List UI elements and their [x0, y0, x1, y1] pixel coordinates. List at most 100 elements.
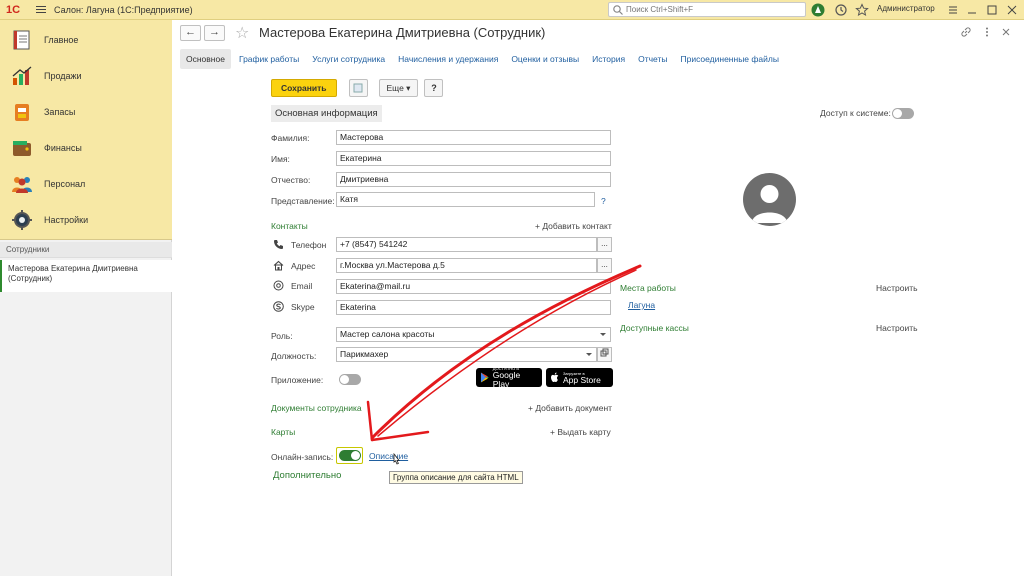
- tab-reviews[interactable]: Оценки и отзывы: [511, 54, 579, 64]
- issue-card-link[interactable]: + Выдать карту: [550, 427, 611, 437]
- access-toggle[interactable]: [892, 108, 914, 119]
- search-input[interactable]: [626, 5, 796, 14]
- back-button[interactable]: ←: [180, 25, 201, 41]
- tab-history[interactable]: История: [592, 54, 625, 64]
- workplaces-configure-link[interactable]: Настроить: [876, 283, 918, 293]
- section-stock[interactable]: Запасы: [0, 94, 172, 130]
- user-silhouette-icon: [752, 185, 787, 223]
- role-select[interactable]: Мастер салона красоты: [336, 327, 611, 342]
- history-icon[interactable]: [834, 3, 848, 17]
- maximize-icon[interactable]: [985, 3, 999, 17]
- add-document-link[interactable]: + Добавить документ: [528, 403, 612, 413]
- documents-group-label[interactable]: Документы сотрудника: [271, 403, 362, 413]
- name-label: Имя:: [271, 154, 290, 164]
- app-store-badge[interactable]: Загрузите в App Store: [546, 368, 613, 387]
- google-play-badge[interactable]: ДОСТУПНО В Google Play: [476, 366, 542, 389]
- wallet-icon: [13, 141, 31, 156]
- section-finance[interactable]: Финансы: [0, 130, 172, 166]
- chevron-down-icon: [600, 333, 606, 336]
- workplaces-label[interactable]: Места работы: [620, 283, 676, 293]
- tab-files[interactable]: Присоединенные файлы: [680, 54, 778, 64]
- access-label: Доступ к системе:: [820, 108, 891, 118]
- apple-icon: [551, 372, 559, 382]
- group-header-main-info[interactable]: Основная информация: [271, 105, 382, 122]
- open-window-item[interactable]: Мастерова Екатерина Дмитриевна (Сотрудни…: [0, 260, 172, 292]
- stock-icon: [15, 104, 29, 121]
- help-tooltip-icon[interactable]: ?: [601, 196, 606, 206]
- more-actions-icon[interactable]: [981, 26, 993, 38]
- tab-schedule[interactable]: График работы: [239, 54, 299, 64]
- mouse-pointer-icon: [393, 453, 400, 465]
- help-button[interactable]: ?: [424, 79, 444, 97]
- online-booking-toggle[interactable]: [339, 450, 361, 461]
- form-area: ← → ☆ Мастерова Екатерина Дмитриевна (Со…: [173, 20, 1024, 576]
- address-field[interactable]: г.Москва ул.Мастерова д.5: [336, 258, 597, 273]
- section-label: Главное: [44, 35, 79, 45]
- role-label: Роль:: [271, 331, 293, 341]
- close-icon[interactable]: [1005, 3, 1019, 17]
- favorites-icon[interactable]: [855, 3, 869, 17]
- description-tooltip: Группа описание для сайта HTML: [389, 471, 523, 484]
- open-windows-header[interactable]: Сотрудники: [0, 242, 172, 258]
- favorite-star-icon[interactable]: ☆: [235, 23, 249, 43]
- skype-field[interactable]: Ekaterina: [336, 300, 611, 315]
- cashboxes-label[interactable]: Доступные кассы: [620, 323, 689, 333]
- more-label: Еще: [386, 83, 404, 93]
- cards-group-label[interactable]: Карты: [271, 427, 295, 437]
- address-label: Адрес: [291, 261, 316, 271]
- forward-button[interactable]: →: [204, 25, 225, 41]
- global-search[interactable]: [608, 2, 806, 17]
- section-sales[interactable]: Продажи: [0, 58, 172, 94]
- phone-icon: [274, 240, 283, 249]
- tab-reports[interactable]: Отчеты: [638, 54, 667, 64]
- name-field[interactable]: Екатерина: [336, 151, 611, 166]
- email-at-icon: [273, 280, 284, 291]
- employee-photo[interactable]: [743, 173, 796, 226]
- section-settings[interactable]: Настройки: [0, 202, 172, 238]
- contacts-group-label[interactable]: Контакты: [271, 221, 308, 231]
- workplace-item[interactable]: Лагуна: [628, 300, 655, 310]
- surname-field[interactable]: Мастерова: [336, 130, 611, 145]
- link-icon[interactable]: [960, 26, 972, 38]
- patronymic-field[interactable]: Дмитриевна: [336, 172, 611, 187]
- save-button[interactable]: Сохранить: [271, 79, 337, 97]
- app-toggle[interactable]: [339, 374, 361, 385]
- email-field[interactable]: Ekaterina@mail.ru: [336, 279, 611, 294]
- cashboxes-configure-link[interactable]: Настроить: [876, 323, 918, 333]
- menu-icon[interactable]: [36, 6, 46, 13]
- menu-icon[interactable]: [946, 3, 960, 17]
- tab-accruals[interactable]: Начисления и удержания: [398, 54, 498, 64]
- user-name[interactable]: Администратор: [877, 4, 935, 13]
- form-toolbar: Сохранить Еще ▾ ?: [271, 79, 444, 97]
- surname-label: Фамилия:: [271, 133, 310, 143]
- minimize-icon[interactable]: [965, 3, 979, 17]
- post-button[interactable]: [348, 79, 368, 97]
- phone-select-button[interactable]: ...: [597, 237, 612, 252]
- app-title: Салон: Лагуна (1С:Предприятие): [54, 4, 193, 15]
- position-select[interactable]: Парикмахер: [336, 347, 597, 362]
- phone-field[interactable]: +7 (8547) 541242: [336, 237, 597, 252]
- additional-group-label[interactable]: Дополнительно: [273, 470, 341, 481]
- close-form-icon[interactable]: [1000, 26, 1012, 38]
- section-personnel[interactable]: Персонал: [0, 166, 172, 202]
- display-name-field[interactable]: Катя: [336, 192, 595, 207]
- address-select-button[interactable]: ...: [597, 258, 612, 273]
- description-link[interactable]: Описание: [369, 451, 408, 461]
- title-bar: 1С Салон: Лагуна (1С:Предприятие) Админи…: [0, 0, 1024, 20]
- position-open-button[interactable]: [597, 347, 612, 362]
- 1c-logo[interactable]: 1С: [6, 4, 24, 16]
- role-value: Мастер салона красоты: [340, 329, 435, 339]
- section-main[interactable]: Главное: [0, 22, 172, 58]
- position-value: Парикмахер: [340, 349, 389, 359]
- document-icon: [353, 83, 363, 93]
- gear-icon: [12, 210, 32, 230]
- section-label: Настройки: [44, 215, 89, 225]
- more-button[interactable]: Еще ▾: [378, 79, 419, 97]
- notification-icon[interactable]: [811, 3, 825, 17]
- home-address-icon: [273, 260, 284, 271]
- sales-chart-icon: [12, 66, 32, 85]
- tab-services[interactable]: Услуги сотрудника: [312, 54, 385, 64]
- tab-main[interactable]: Основное: [180, 49, 231, 69]
- add-contact-link[interactable]: + Добавить контакт: [535, 221, 612, 231]
- sections-panel: Главное Продажи Запасы Финансы Персонал …: [0, 20, 172, 240]
